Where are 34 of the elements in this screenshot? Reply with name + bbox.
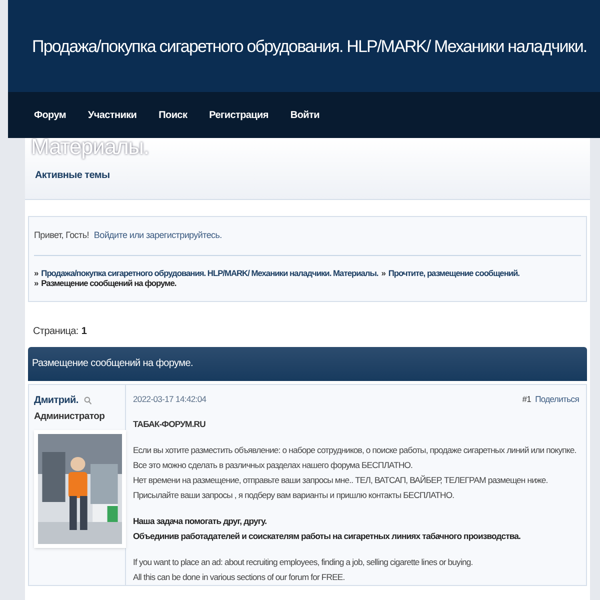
login-link[interactable]: Войдите или зарегистрируйтесь.: [94, 229, 222, 242]
post-text-line: Объединив работадателей и соискателям работы на сигаретных линиях табачного производства.: [133, 530, 522, 544]
author-name[interactable]: Дмитрий.: [34, 392, 78, 408]
post-text-line: Наша задача помогать друг, другу.: [133, 515, 268, 528]
share-link[interactable]: Поделиться: [535, 392, 579, 406]
post-text-line: Если вы хотите разместить объявление: о наборе сотрудников, о поиске работы, продаже сигаретных линий или покупке.: [133, 444, 578, 458]
post-text-line: All this can be done in various sections of our forum for FREE.: [133, 571, 346, 584]
breadcrumb-separator: »: [34, 278, 38, 288]
topic-title: Размещение сообщений на форуме.: [32, 357, 193, 371]
post-text-line: Нет времени на размещение, отправьте ваши запросы мне.. ТЕЛ, ВАТСАП, ВАЙБЕР, ТЕЛЕГРАМ размещен ниже.: [133, 474, 549, 488]
site-title: Продажа/покупка сигаретного обрудования. HLP/MARK/ Механики наладчики.: [32, 38, 587, 54]
post-text-line: If you want to place an ad: about recruiting employees, finding a job, selling cigarette lines or buying.: [133, 556, 474, 570]
nav-link[interactable]: Форум: [34, 108, 66, 122]
breadcrumb-separator: »: [381, 268, 386, 278]
title-overflow-text: Материалы.: [31, 133, 149, 162]
breadcrumb-link[interactable]: Прочтите, размещение сообщений.: [388, 268, 520, 278]
post-text-line: Все это можно сделать в различных разделах нашего форума БЕСПЛАТНО.: [133, 459, 414, 472]
breadcrumb-link[interactable]: Продажа/покупка сигаретного обрудования. HLP/MARK/ Механики наладчики. Материалы.: [41, 268, 378, 278]
nav-link[interactable]: Участники: [88, 108, 137, 122]
page-number: 1: [81, 324, 87, 338]
nav-link[interactable]: Поиск: [158, 108, 188, 122]
post-text-line: ТАБАК-ФОРУМ.RU: [133, 418, 206, 432]
breadcrumb-current: Размещение сообщений на форуме.: [41, 278, 176, 288]
post-date: 2022-03-17 14:42:04: [133, 392, 206, 406]
nav-link[interactable]: Регистрация: [209, 108, 268, 122]
subnav-link[interactable]: Активные темы: [35, 168, 110, 183]
page-label: Страница:: [33, 324, 78, 338]
nav-link[interactable]: Войти: [290, 108, 320, 122]
greeting-text: Привет, Гость!: [34, 229, 89, 242]
author-role: Администратор: [34, 410, 106, 424]
post-text-line: Присылайте ваши запросы , я подберу вам варианты и пришлю контакты БЕСПЛАТНО.: [133, 489, 456, 502]
search-icon[interactable]: [84, 396, 92, 404]
post-number: #1: [522, 392, 532, 406]
breadcrumb-separator: »: [34, 268, 38, 278]
